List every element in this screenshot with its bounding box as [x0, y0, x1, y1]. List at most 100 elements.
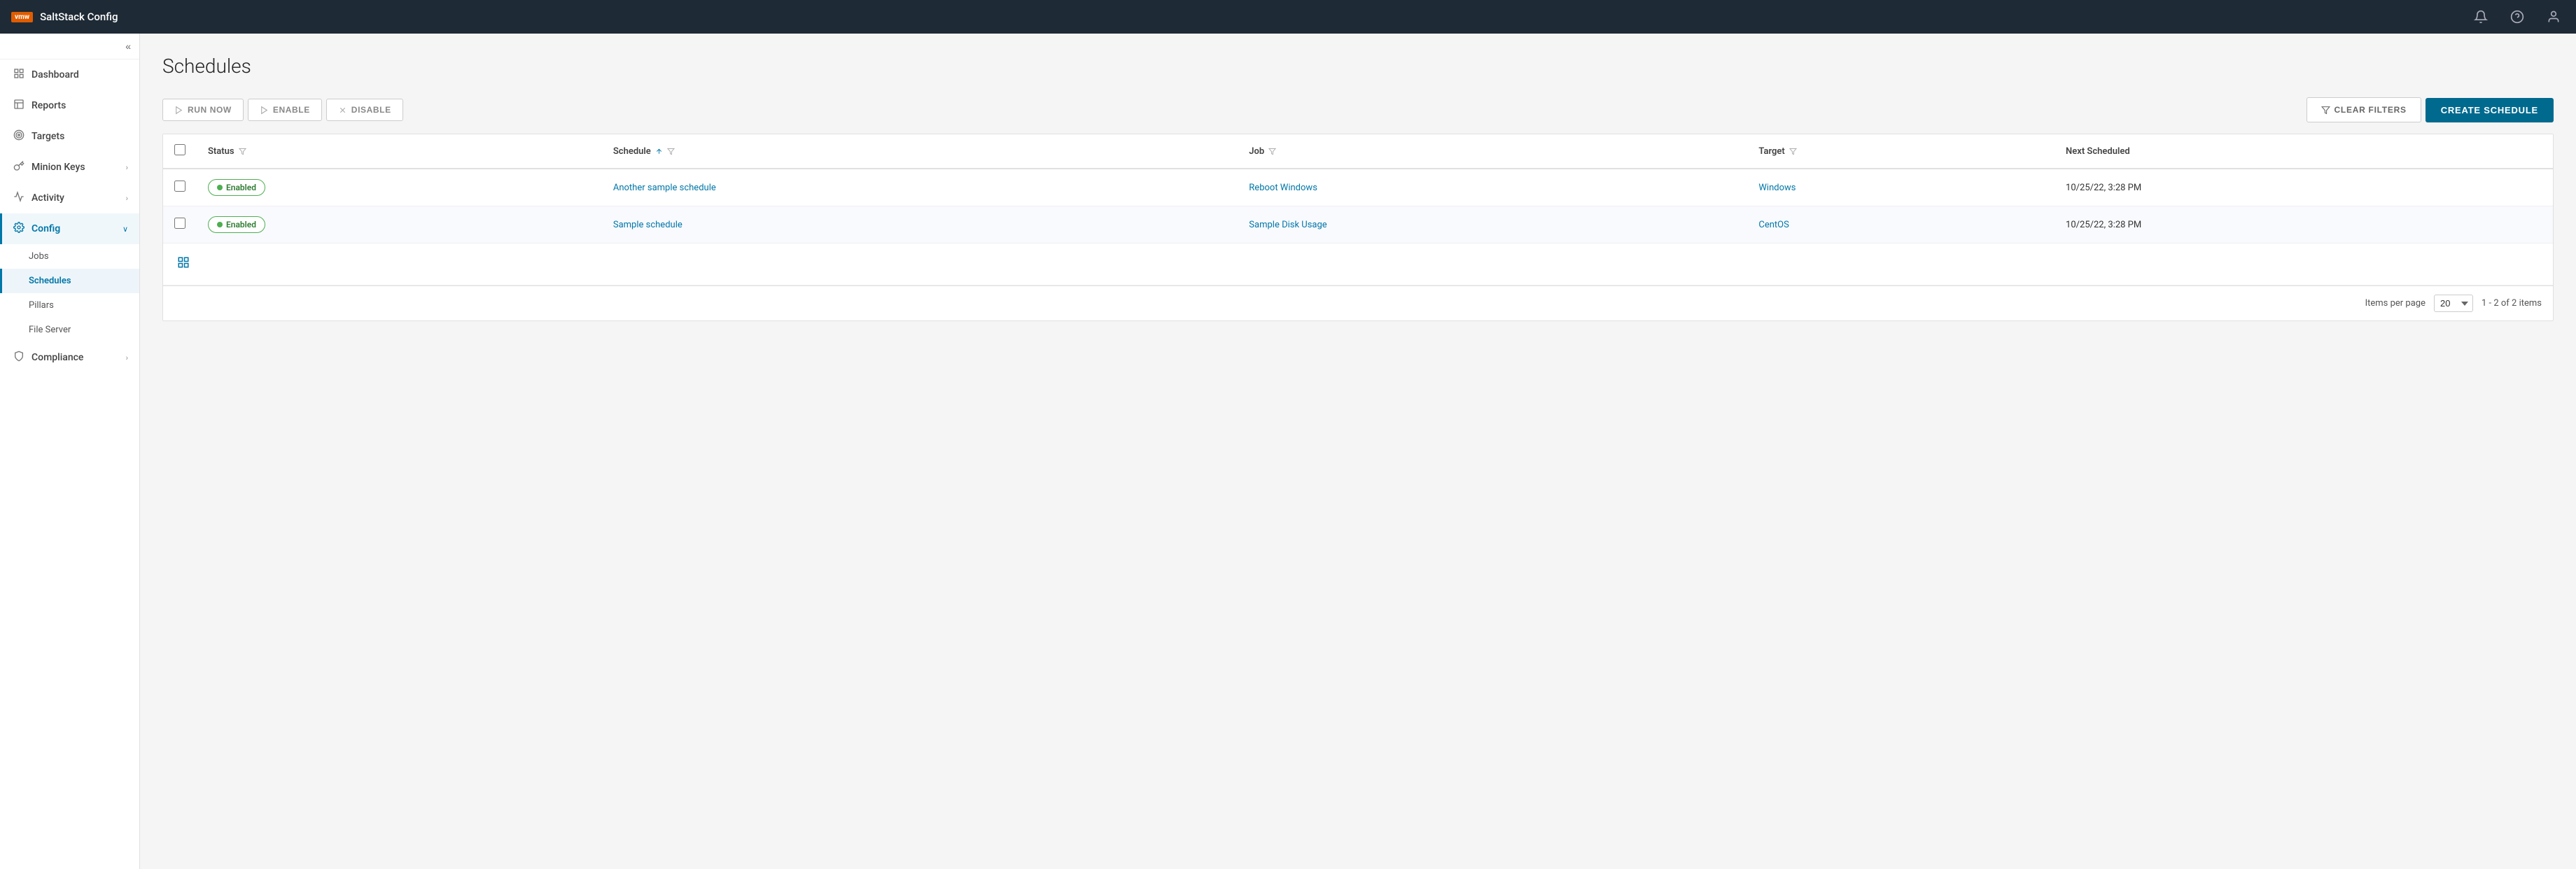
dashboard-icon [13, 68, 24, 82]
items-per-page-select[interactable]: 10 20 50 100 [2434, 295, 2473, 312]
sidebar-item-activity-label: Activity [31, 192, 64, 204]
next-scheduled-column-header: Next Scheduled [2054, 134, 2553, 169]
create-schedule-button[interactable]: CREATE SCHEDULE [2426, 98, 2554, 122]
row2-status-cell: Enabled [197, 206, 602, 243]
expand-row [163, 243, 2553, 285]
sidebar-item-activity[interactable]: Activity › [0, 183, 139, 213]
app-logo: vmw SaltStack Config [11, 10, 118, 23]
schedule-sort-asc-icon[interactable] [655, 148, 663, 155]
select-all-checkbox[interactable] [174, 144, 186, 155]
row2-schedule-cell[interactable]: Sample schedule [602, 206, 1238, 243]
enable-button[interactable]: ENABLE [248, 99, 322, 121]
sidebar-item-dashboard[interactable]: Dashboard [0, 59, 139, 90]
compliance-icon [13, 351, 24, 365]
sidebar-item-jobs[interactable]: Jobs [0, 244, 139, 269]
sidebar: « Dashboard Reports [0, 34, 140, 869]
row1-status-badge: Enabled [208, 179, 265, 196]
table-footer: Items per page 10 20 50 100 1 - 2 of 2 i… [163, 285, 2553, 320]
row2-job-cell[interactable]: Sample Disk Usage [1238, 206, 1747, 243]
notification-button[interactable] [2470, 6, 2492, 28]
row2-checkbox-cell[interactable] [163, 206, 197, 243]
job-column-header: Job [1238, 134, 1747, 169]
target-filter-icon[interactable] [1789, 148, 1797, 155]
pagination-range: 1 - 2 of 2 items [2482, 298, 2542, 309]
sidebar-item-targets-label: Targets [31, 131, 64, 142]
user-button[interactable] [2542, 6, 2565, 28]
row1-target-cell[interactable]: Windows [1747, 169, 2054, 206]
filter-icon [2321, 106, 2330, 115]
sidebar-item-reports[interactable]: Reports [0, 90, 139, 121]
sidebar-item-compliance-label: Compliance [31, 352, 83, 363]
expand-cell [163, 243, 2553, 285]
sidebar-item-config[interactable]: Config ∨ [0, 213, 139, 244]
schedule-column-header: Schedule [602, 134, 1238, 169]
help-button[interactable] [2506, 6, 2528, 28]
schedule-column-label: Schedule [613, 146, 651, 157]
job-column-label: Job [1249, 146, 1264, 157]
select-all-header[interactable] [163, 134, 197, 169]
top-nav: vmw SaltStack Config [0, 0, 2576, 34]
row1-job-cell[interactable]: Reboot Windows [1238, 169, 1747, 206]
table-row: Enabled Sample schedule Sample Disk Usag… [163, 206, 2553, 243]
row2-status-label: Enabled [226, 220, 256, 229]
create-schedule-label: CREATE SCHEDULE [2441, 105, 2538, 115]
sidebar-item-pillars[interactable]: Pillars [0, 293, 139, 318]
row2-checkbox[interactable] [174, 218, 186, 229]
table-body: Enabled Another sample schedule Reboot W… [163, 169, 2553, 285]
run-now-button[interactable]: RUN NOW [162, 99, 244, 121]
sidebar-item-schedules[interactable]: Schedules [0, 269, 139, 293]
help-icon [2510, 10, 2524, 24]
sidebar-item-reports-label: Reports [31, 100, 66, 111]
row1-schedule-cell[interactable]: Another sample schedule [602, 169, 1238, 206]
notification-icon [2474, 10, 2488, 24]
sidebar-item-dashboard-label: Dashboard [31, 69, 79, 80]
sidebar-item-targets[interactable]: Targets [0, 121, 139, 152]
collapse-button[interactable]: « [125, 41, 131, 52]
compliance-chevron-icon: › [126, 353, 128, 362]
run-now-icon [174, 106, 183, 115]
toolbar: RUN NOW ENABLE DISABLE CLEAR FILTERS [162, 97, 2554, 122]
row2-status-badge: Enabled [208, 216, 265, 233]
status-filter-icon[interactable] [239, 148, 246, 155]
sidebar-item-file-server[interactable]: File Server [0, 318, 139, 342]
schedule-filter-icon[interactable] [667, 148, 675, 155]
status-column-header: Status [197, 134, 602, 169]
row1-status-label: Enabled [226, 183, 256, 192]
row1-checkbox[interactable] [174, 181, 186, 192]
disable-button[interactable]: DISABLE [326, 99, 403, 121]
sidebar-item-compliance[interactable]: Compliance › [0, 342, 139, 373]
expand-button[interactable] [174, 253, 192, 275]
expand-icon [177, 256, 190, 269]
page-title: Schedules [162, 55, 2554, 78]
row1-status-cell: Enabled [197, 169, 602, 206]
row1-schedule-link[interactable]: Another sample schedule [613, 183, 716, 193]
row1-target-link[interactable]: Windows [1758, 183, 1795, 193]
enabled-dot-icon [217, 185, 223, 190]
sidebar-collapse[interactable]: « [0, 34, 139, 59]
sidebar-item-minion-keys-label: Minion Keys [31, 162, 85, 173]
row2-schedule-link[interactable]: Sample schedule [613, 220, 682, 230]
clear-filters-label: CLEAR FILTERS [2334, 105, 2407, 115]
row1-checkbox-cell[interactable] [163, 169, 197, 206]
nav-icons [2470, 6, 2565, 28]
app-name: SaltStack Config [40, 10, 118, 23]
vmw-badge: vmw [11, 12, 33, 22]
row2-target-link[interactable]: CentOS [1758, 220, 1788, 230]
target-column-label: Target [1758, 146, 1784, 157]
config-chevron-icon: ∨ [122, 225, 128, 234]
next-scheduled-column-label: Next Scheduled [2066, 146, 2130, 157]
row1-next-scheduled-cell: 10/25/22, 3:28 PM [2054, 169, 2553, 206]
job-filter-icon[interactable] [1268, 148, 1276, 155]
row1-job-link[interactable]: Reboot Windows [1249, 183, 1317, 193]
sidebar-item-schedules-label: Schedules [29, 276, 71, 286]
minion-keys-chevron-icon: › [126, 163, 128, 172]
clear-filters-button[interactable]: CLEAR FILTERS [2306, 97, 2421, 122]
sidebar-item-minion-keys[interactable]: Minion Keys › [0, 152, 139, 183]
row2-target-cell[interactable]: CentOS [1747, 206, 2054, 243]
reports-icon [13, 99, 24, 113]
schedules-table-container: Status Schedule [162, 134, 2554, 321]
activity-icon [13, 191, 24, 205]
row2-job-link[interactable]: Sample Disk Usage [1249, 220, 1326, 230]
sidebar-item-pillars-label: Pillars [29, 300, 54, 311]
enabled-dot-icon [217, 222, 223, 227]
